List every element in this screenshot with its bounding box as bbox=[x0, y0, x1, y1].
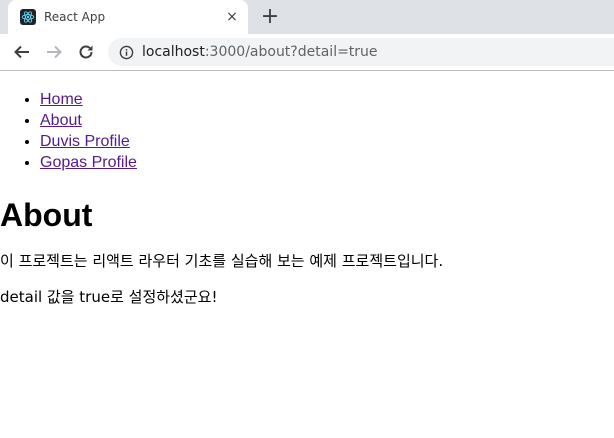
browser-tab[interactable]: React App × bbox=[8, 0, 248, 34]
duvis-profile-link[interactable]: Duvis Profile bbox=[40, 133, 130, 150]
react-icon bbox=[20, 9, 36, 25]
url-host: localhost bbox=[142, 44, 205, 60]
nav-item-about: About bbox=[40, 110, 614, 131]
nav-item-home: Home bbox=[40, 89, 614, 110]
page-title: About bbox=[0, 197, 93, 233]
new-tab-icon[interactable]: + bbox=[258, 5, 282, 29]
url-path: :3000/about?detail=true bbox=[204, 44, 378, 60]
close-tab-icon[interactable]: × bbox=[224, 9, 240, 25]
tab-title: React App bbox=[44, 10, 106, 24]
nav-item-duvis-profile: Duvis Profile bbox=[40, 131, 614, 152]
about-link[interactable]: About bbox=[40, 112, 82, 129]
tab-strip: React App × + bbox=[0, 0, 614, 34]
back-arrow-icon[interactable] bbox=[10, 40, 34, 64]
nav-menu: Home About Duvis Profile Gopas Profile bbox=[0, 89, 614, 173]
info-icon[interactable] bbox=[118, 44, 134, 60]
detail-message: detail 값을 true로 설정하셨군요! bbox=[0, 288, 218, 306]
url-text: localhost:3000/about?detail=true bbox=[142, 44, 378, 60]
address-bar[interactable]: localhost:3000/about?detail=true bbox=[108, 38, 614, 66]
home-link[interactable]: Home bbox=[40, 91, 83, 108]
browser-toolbar: localhost:3000/about?detail=true bbox=[0, 34, 614, 71]
page-content: Home About Duvis Profile Gopas Profile A… bbox=[0, 89, 614, 307]
forward-arrow-icon[interactable] bbox=[42, 40, 66, 64]
page-description: 이 프로젝트는 리액트 라우터 기초를 실습해 보는 예제 프로젝트입니다. bbox=[0, 252, 444, 270]
reload-icon[interactable] bbox=[74, 40, 98, 64]
gopas-profile-link[interactable]: Gopas Profile bbox=[40, 154, 137, 171]
nav-item-gopas-profile: Gopas Profile bbox=[40, 152, 614, 173]
